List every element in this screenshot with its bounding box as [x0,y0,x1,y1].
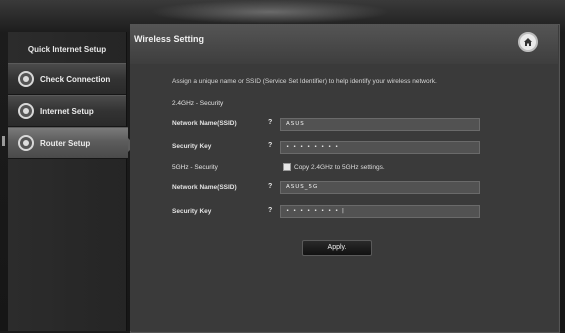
apply-button[interactable]: Apply. [302,240,372,256]
sidebar-title: Quick Internet Setup [27,45,107,54]
home-button[interactable] [518,32,538,52]
key-24-label: Security Key [172,143,212,150]
sidebar-item-internet-setup[interactable]: Internet Setup [8,95,126,127]
description-text: Assign a unique name or SSID (Service Se… [172,78,437,85]
section-24ghz-label: 2.4GHz - Security [172,100,224,107]
sidebar-item-label: Router Setup [40,138,91,148]
page-title: Wireless Setting [134,34,204,44]
help-icon[interactable]: ? [268,183,272,190]
ssid-5-label: Network Name(SSID) [172,184,237,191]
help-icon[interactable]: ? [268,207,272,214]
ssid-24-field[interactable]: ASUS [280,118,480,131]
top-glare [150,0,390,24]
key-5-field[interactable]: • • • • • • • • | [280,205,480,218]
ssid-5-field[interactable]: ASUS_5G [280,181,480,194]
edge-marker [2,136,5,146]
sidebar-item-router-setup[interactable]: Router Setup [8,127,128,159]
copy-settings-checkbox[interactable] [283,163,291,171]
section-5ghz-label: 5GHz - Security [172,164,218,171]
ssid-24-label: Network Name(SSID) [172,120,237,127]
sidebar-item-label: Internet Setup [40,106,94,116]
sidebar-item-check-connection[interactable]: Check Connection [8,63,126,95]
home-icon [524,38,532,46]
panel-header [130,24,558,65]
step-circle-icon [18,135,34,151]
step-circle-icon [18,71,34,87]
sidebar-item-label: Check Connection [40,74,111,84]
help-icon[interactable]: ? [268,142,272,149]
copy-settings-label: Copy 2.4GHz to 5GHz settings. [294,164,385,171]
step-circle-icon [18,103,34,119]
key-24-field[interactable]: • • • • • • • • [280,141,480,154]
help-icon[interactable]: ? [268,119,272,126]
key-5-label: Security Key [172,208,212,215]
